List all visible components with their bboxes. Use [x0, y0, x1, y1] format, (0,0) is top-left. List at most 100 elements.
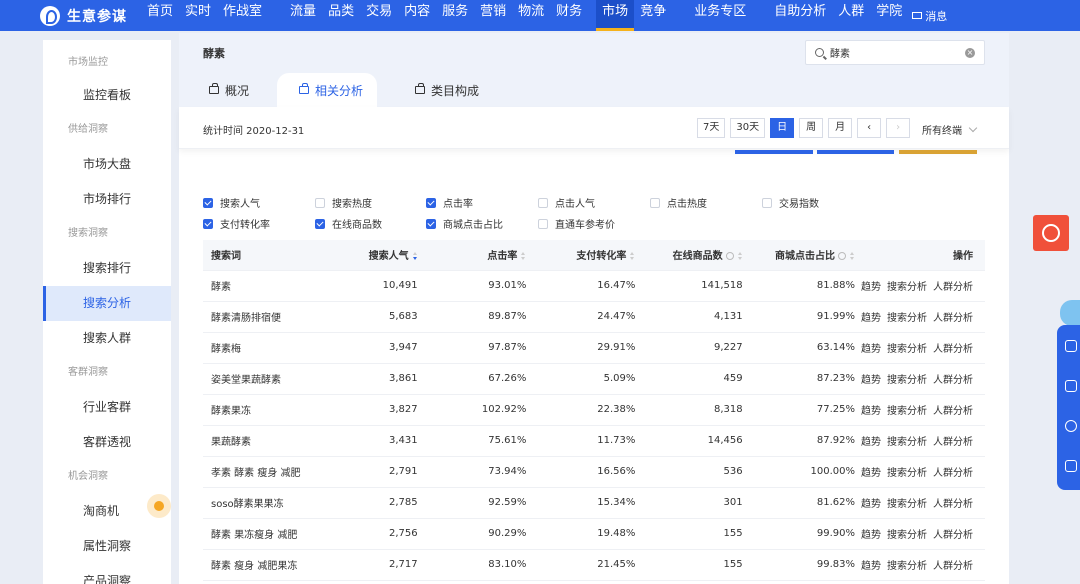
checkbox[interactable]	[203, 197, 213, 208]
trend-link[interactable]: 趋势	[861, 561, 881, 572]
trend-link[interactable]: 趋势	[861, 530, 881, 541]
crowd-analysis-link[interactable]: 人群分析	[933, 406, 973, 417]
tab-related-analysis[interactable]: 相关分析	[277, 73, 378, 107]
crowd-analysis-link[interactable]: 人群分析	[933, 468, 973, 479]
search-analysis-link[interactable]: 搜索分析	[887, 499, 927, 510]
nav-logistics[interactable]: 物流	[512, 0, 550, 31]
trend-link[interactable]: 趋势	[861, 375, 881, 386]
trend-link[interactable]: 趋势	[861, 282, 881, 293]
column-header-online-products[interactable]: 在线商品数	[635, 240, 743, 271]
trend-link[interactable]: 趋势	[861, 406, 881, 417]
column-header-search-popularity[interactable]: 搜索人气	[322, 240, 418, 271]
checkbox[interactable]	[426, 218, 436, 229]
nav-war-room[interactable]: 作战室	[217, 0, 268, 31]
nav-market[interactable]: 市场	[596, 0, 635, 31]
sidebar-item-search-ranking[interactable]: 搜索排行	[43, 251, 171, 286]
metric-checkbox[interactable]: 商城点击占比	[426, 216, 503, 231]
sort-icon[interactable]	[850, 252, 855, 261]
checkbox[interactable]	[762, 197, 772, 208]
terminal-select[interactable]: 所有终端	[922, 122, 978, 137]
sort-icon[interactable]	[737, 252, 743, 261]
metric-checkbox[interactable]: 点击率	[426, 195, 473, 210]
tab-category-composition[interactable]: 类目构成	[377, 73, 495, 107]
checkbox[interactable]	[650, 197, 660, 208]
nav-business-zone[interactable]: 业务专区	[688, 0, 752, 31]
nav-service[interactable]: 服务	[436, 0, 474, 31]
chat-icon[interactable]	[1065, 380, 1077, 392]
crowd-analysis-link[interactable]: 人群分析	[933, 313, 973, 324]
search-input[interactable]	[830, 47, 965, 58]
metric-checkbox[interactable]: 搜索热度	[315, 195, 372, 210]
checkbox[interactable]	[203, 218, 213, 229]
nav-category[interactable]: 品类	[322, 0, 360, 31]
sidebar-item-customer-insight[interactable]: 客群透视	[43, 425, 171, 460]
nav-trade[interactable]: 交易	[360, 0, 398, 31]
metric-checkbox[interactable]: 点击热度	[650, 195, 707, 210]
column-header-conversion-rate[interactable]: 支付转化率	[526, 240, 636, 271]
home-icon[interactable]	[1065, 460, 1077, 472]
crowd-analysis-link[interactable]: 人群分析	[933, 282, 973, 293]
crowd-analysis-link[interactable]: 人群分析	[933, 344, 973, 355]
period-month-button[interactable]: 月	[828, 118, 853, 138]
checkbox[interactable]	[538, 218, 548, 229]
sidebar-item-search-analysis[interactable]: 搜索分析	[43, 286, 171, 321]
info-icon[interactable]	[725, 252, 734, 261]
sidebar-item-attribute-insight[interactable]: 属性洞察	[43, 529, 171, 564]
notification-dot[interactable]	[147, 494, 171, 518]
messages-link[interactable]: 消息	[912, 8, 947, 24]
search-analysis-link[interactable]: 搜索分析	[887, 437, 927, 448]
column-header-mall-click-share[interactable]: 商城点击占比	[742, 240, 855, 271]
nav-realtime[interactable]: 实时	[179, 0, 217, 31]
next-date-button[interactable]: ›	[886, 118, 911, 138]
clock-icon[interactable]	[1065, 420, 1077, 432]
sidebar-item-monitor-board[interactable]: 监控看板	[43, 78, 171, 113]
search-analysis-link[interactable]: 搜索分析	[887, 530, 927, 541]
nav-finance[interactable]: 财务	[550, 0, 588, 31]
period-7d-button[interactable]: 7天	[697, 118, 726, 138]
search-analysis-link[interactable]: 搜索分析	[887, 468, 927, 479]
sidebar-item-market-overview[interactable]: 市场大盘	[43, 147, 171, 182]
nav-crowd[interactable]: 人群	[832, 0, 870, 31]
search-analysis-link[interactable]: 搜索分析	[887, 344, 927, 355]
trend-link[interactable]: 趋势	[861, 499, 881, 510]
period-30d-button[interactable]: 30天	[730, 118, 766, 138]
metric-checkbox[interactable]: 直通车参考价	[538, 216, 615, 231]
period-week-button[interactable]: 周	[799, 118, 824, 138]
checkbox[interactable]	[426, 197, 436, 208]
logo[interactable]: 生意参谋	[40, 5, 127, 26]
nav-self-analysis[interactable]: 自助分析	[768, 0, 832, 31]
trend-link[interactable]: 趋势	[861, 344, 881, 355]
metric-checkbox[interactable]: 支付转化率	[203, 216, 270, 231]
sidebar-item-market-ranking[interactable]: 市场排行	[43, 182, 171, 217]
metric-checkbox[interactable]: 交易指数	[762, 195, 819, 210]
nav-marketing[interactable]: 营销	[474, 0, 512, 31]
crowd-analysis-link[interactable]: 人群分析	[933, 499, 973, 510]
search-analysis-link[interactable]: 搜索分析	[887, 561, 927, 572]
info-icon[interactable]	[838, 252, 846, 261]
nav-home[interactable]: 首页	[141, 0, 179, 31]
search-analysis-link[interactable]: 搜索分析	[887, 282, 927, 293]
bell-icon[interactable]	[1065, 340, 1077, 352]
crowd-analysis-link[interactable]: 人群分析	[933, 375, 973, 386]
sort-icon[interactable]	[521, 252, 526, 261]
checkbox[interactable]	[538, 197, 548, 208]
clear-icon[interactable]: ×	[965, 47, 975, 58]
sort-icon[interactable]	[412, 252, 418, 261]
crowd-analysis-link[interactable]: 人群分析	[933, 561, 973, 572]
sort-icon[interactable]	[630, 252, 635, 261]
sidebar-item-search-crowd[interactable]: 搜索人群	[43, 321, 171, 356]
tab-overview[interactable]: 概况	[179, 73, 277, 107]
search-analysis-link[interactable]: 搜索分析	[887, 375, 927, 386]
metric-checkbox[interactable]: 搜索人气	[203, 195, 260, 210]
nav-content[interactable]: 内容	[398, 0, 436, 31]
floating-app-icon[interactable]	[1033, 215, 1069, 251]
metric-checkbox[interactable]: 点击人气	[538, 195, 595, 210]
sidebar-item-product-insight[interactable]: 产品洞察	[43, 564, 171, 584]
trend-link[interactable]: 趋势	[861, 468, 881, 479]
crowd-analysis-link[interactable]: 人群分析	[933, 437, 973, 448]
period-day-button[interactable]: 日	[770, 118, 795, 138]
prev-date-button[interactable]: ‹	[857, 118, 882, 138]
sidebar-item-industry-customer[interactable]: 行业客群	[43, 390, 171, 425]
nav-traffic[interactable]: 流量	[284, 0, 322, 31]
search-analysis-link[interactable]: 搜索分析	[887, 313, 927, 324]
